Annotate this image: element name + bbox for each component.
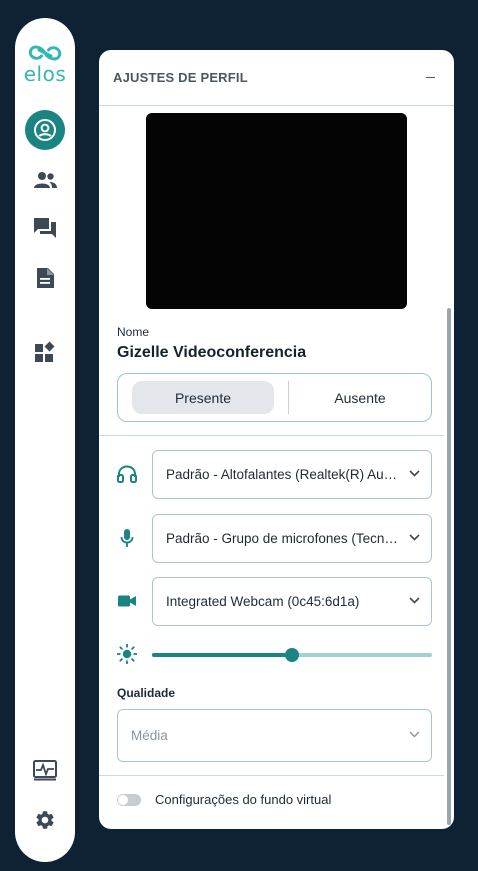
quality-select-value: Média [131,728,168,743]
quality-label: Qualidade [117,686,176,700]
sidebar: elos [15,18,75,862]
chevron-down-icon [409,597,420,604]
user-name: Gizelle Videoconferencia [117,344,307,361]
sidebar-item-settings[interactable] [25,800,65,840]
microphone-select[interactable]: Padrão - Grupo de microfones (Tecnologia… [152,514,432,563]
sidebar-item-profile[interactable] [25,110,65,150]
camera-select[interactable]: Integrated Webcam (0c45:6d1a) [152,577,432,626]
infinity-logo-icon [28,45,62,61]
virtual-background-label: Configurações do fundo virtual [155,792,332,807]
elos-logo: elos [15,42,75,86]
users-icon [34,172,57,188]
speaker-row: Padrão - Altofalantes (Realtek(R) Audio) [117,450,432,499]
camera-select-value: Integrated Webcam (0c45:6d1a) [166,594,360,609]
chevron-down-icon [409,731,420,738]
minus-icon [425,76,435,79]
brightness-slider-fill [152,653,292,657]
widgets-icon [35,341,55,362]
camera-row: Integrated Webcam (0c45:6d1a) [117,577,432,626]
monitor-pulse-icon [33,760,57,781]
status-toggle: Presente Ausente [117,373,432,422]
microphone-icon [117,528,137,548]
status-absent-button[interactable]: Ausente [289,381,431,414]
microphone-row: Padrão - Grupo de microfones (Tecnologia… [117,514,432,563]
chevron-down-icon [409,470,420,477]
status-present-button[interactable]: Presente [132,381,274,414]
chevron-down-icon [409,534,420,541]
microphone-select-value: Padrão - Grupo de microfones (Tecnologia… [166,531,399,546]
speaker-select-value: Padrão - Altofalantes (Realtek(R) Audio) [166,467,399,482]
speaker-select[interactable]: Padrão - Altofalantes (Realtek(R) Audio) [152,450,432,499]
virtual-background-switch[interactable] [117,793,141,806]
profile-settings-panel: AJUSTES DE PERFIL Nome Gizelle Videoconf… [99,50,454,829]
brightness-slider-thumb[interactable] [285,648,299,662]
headphones-icon [117,464,137,484]
brightness-slider[interactable] [152,648,432,662]
video-camera-icon [117,591,137,611]
collapse-button[interactable] [420,68,440,88]
sidebar-item-widgets[interactable] [25,332,65,372]
panel-header: AJUSTES DE PERFIL [99,50,454,106]
divider [99,775,444,776]
brightness-control [117,643,432,667]
sidebar-item-documents[interactable] [25,258,65,298]
panel-title: AJUSTES DE PERFIL [113,70,248,85]
name-label: Nome [117,325,150,339]
document-icon [37,268,54,288]
chat-icon [34,218,56,238]
logo-text: elos [23,62,67,86]
sidebar-item-chat[interactable] [25,208,65,248]
video-preview [146,113,407,309]
divider [99,435,444,436]
scrollbar[interactable] [447,308,451,825]
sidebar-item-monitor[interactable] [25,750,65,790]
gear-icon [36,811,54,829]
brightness-icon [117,644,137,664]
user-circle-icon [34,119,56,141]
sidebar-item-participants[interactable] [25,160,65,200]
quality-select[interactable]: Média [117,709,432,762]
virtual-background-row: Configurações do fundo virtual [117,792,331,807]
